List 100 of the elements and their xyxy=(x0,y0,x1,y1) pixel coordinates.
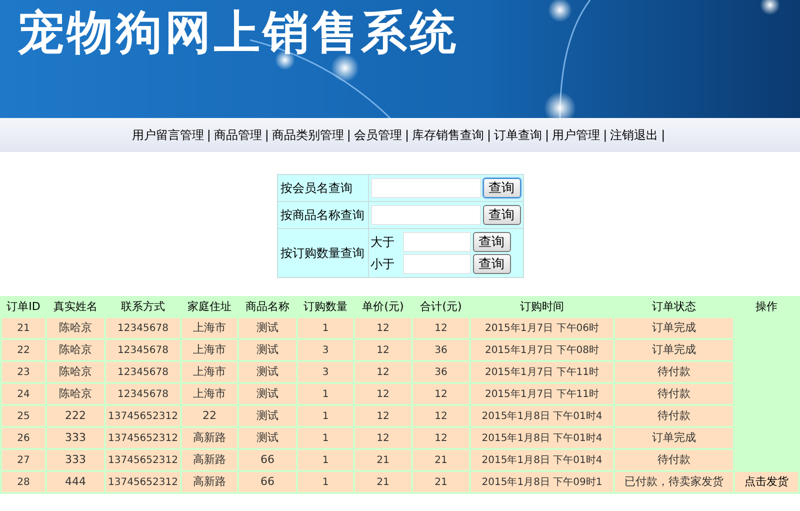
table-cell: 333 xyxy=(47,450,104,470)
field-label: 按商品名称查询 xyxy=(280,208,364,222)
table-cell: 12 xyxy=(413,384,469,404)
table-cell: 12 xyxy=(355,406,411,426)
nav-separator: | xyxy=(661,127,666,144)
table-cell: 66 xyxy=(239,472,296,492)
nav-link[interactable]: 库存销售查询 xyxy=(412,126,484,144)
column-header: 商品名称 xyxy=(244,298,290,315)
nav-link[interactable]: 商品管理 xyxy=(214,126,262,144)
table-cell: 13745652312 xyxy=(106,406,180,426)
column-header: 合计(元) xyxy=(419,298,463,315)
nav-separator: | xyxy=(545,127,550,144)
table-cell: 待付款 xyxy=(615,362,733,382)
table-cell: 13745652312 xyxy=(106,450,180,470)
table-cell: 21 xyxy=(2,318,45,338)
table-cell: 2015年1月7日 下午11时 xyxy=(471,362,613,382)
table-cell: 测试 xyxy=(239,340,296,360)
table-cell: 12 xyxy=(413,428,469,448)
field-label: 大于 xyxy=(370,234,396,251)
table-cell: 订单完成 xyxy=(615,318,733,338)
table-cell: 测试 xyxy=(239,428,296,448)
table-cell: 12 xyxy=(413,406,469,426)
table-cell: 36 xyxy=(413,362,469,382)
table-cell: 测试 xyxy=(239,318,296,338)
table-cell: 待付款 xyxy=(615,450,733,470)
table-cell: 2015年1月7日 下午06时 xyxy=(471,318,613,338)
column-header: 家庭住址 xyxy=(186,298,232,315)
table-cell: 1 xyxy=(298,450,353,470)
table-cell: 28 xyxy=(2,472,45,492)
input-field[interactable] xyxy=(370,205,480,225)
site-title: 宠物狗网上销售系统 xyxy=(18,4,459,61)
nav-separator: | xyxy=(264,127,269,144)
table-cell: 12 xyxy=(355,362,411,382)
nav-link[interactable]: 用户留言管理 xyxy=(132,126,204,144)
input-field[interactable] xyxy=(370,178,480,198)
table-cell: 21 xyxy=(413,450,469,470)
table-cell: 13745652312 xyxy=(106,428,180,448)
table-cell: 3 xyxy=(298,362,353,382)
table-cell: 订单完成 xyxy=(615,428,733,448)
nav-link[interactable]: 用户管理 xyxy=(552,126,600,144)
column-header: 订购时间 xyxy=(519,298,565,315)
nav-separator: | xyxy=(206,127,211,144)
table-cell: 22 xyxy=(2,340,45,360)
table-cell: 2015年1月8日 下午01时4 xyxy=(471,450,613,470)
table-cell: 上海市 xyxy=(182,340,237,360)
nav-link[interactable]: 会员管理 xyxy=(354,126,402,144)
ship-link[interactable]: 点击发货 xyxy=(735,472,798,492)
table-cell: 2015年1月8日 下午01时4 xyxy=(471,428,613,448)
table-cell: 3 xyxy=(298,340,353,360)
table-cell: 2015年1月8日 下午01时4 xyxy=(471,406,613,426)
table-cell: 测试 xyxy=(239,362,296,382)
table-cell: 测试 xyxy=(239,384,296,404)
table-cell: 订单完成 xyxy=(615,340,733,360)
table-cell: 26 xyxy=(2,428,45,448)
table-cell: 上海市 xyxy=(182,362,237,382)
input-field[interactable] xyxy=(402,232,470,252)
input-field[interactable] xyxy=(402,254,470,274)
table-cell: 待付款 xyxy=(615,406,733,426)
nav-separator: | xyxy=(487,127,492,144)
table-cell: 12 xyxy=(355,428,411,448)
column-header: 订购数量 xyxy=(302,298,348,315)
table-cell: 陈哈京 xyxy=(47,318,104,338)
table-cell: 测试 xyxy=(239,406,296,426)
table-cell: 2015年1月8日 下午09时1 xyxy=(471,472,613,492)
nav-link[interactable]: 商品类别管理 xyxy=(272,126,344,144)
table-cell: 1 xyxy=(298,384,353,404)
table-cell: 高新路 xyxy=(182,450,237,470)
table-cell: 21 xyxy=(413,472,469,492)
table-cell: 21 xyxy=(355,450,411,470)
table-cell: 12345678 xyxy=(106,318,180,338)
table-cell: 陈哈京 xyxy=(47,362,104,382)
table-cell: 2015年1月7日 下午08时 xyxy=(471,340,613,360)
column-header: 订单ID xyxy=(6,298,42,315)
table-cell: 高新路 xyxy=(182,472,237,492)
field-label: 按订购数量查询 xyxy=(280,246,364,260)
table-cell: 上海市 xyxy=(182,318,237,338)
table-cell: 12345678 xyxy=(106,340,180,360)
table-cell: 24 xyxy=(2,384,45,404)
search-button[interactable]: 查询 xyxy=(472,232,510,252)
table-cell: 陈哈京 xyxy=(47,384,104,404)
table-cell: 待付款 xyxy=(615,384,733,404)
column-header: 操作 xyxy=(754,298,778,315)
nav-separator: | xyxy=(404,127,409,144)
search-button[interactable]: 查询 xyxy=(472,254,510,274)
table-cell: 12345678 xyxy=(106,362,180,382)
nav-link[interactable]: 订单查询 xyxy=(494,126,542,144)
table-cell: 222 xyxy=(47,406,104,426)
nav-separator: | xyxy=(346,127,351,144)
column-header: 订单状态 xyxy=(651,298,697,315)
column-header: 联系方式 xyxy=(120,298,166,315)
table-cell: 1 xyxy=(298,318,353,338)
nav-link[interactable]: 注销退出 xyxy=(610,126,658,144)
table-cell: 上海市 xyxy=(182,384,237,404)
table-cell: 12 xyxy=(355,384,411,404)
table-cell: 1 xyxy=(298,406,353,426)
search-button[interactable]: 查询 xyxy=(482,205,520,225)
table-cell: 66 xyxy=(239,450,296,470)
table-cell: 12 xyxy=(355,318,411,338)
table-cell: 12345678 xyxy=(106,384,180,404)
search-button[interactable]: 查询 xyxy=(482,178,520,198)
